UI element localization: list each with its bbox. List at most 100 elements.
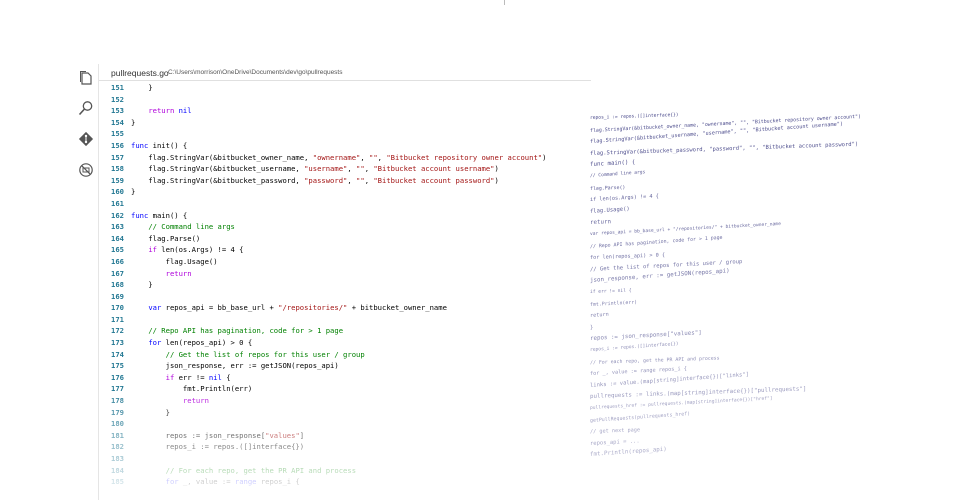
search-icon[interactable] [78,100,94,116]
code-line[interactable]: 174 // Get the list of repos for this us… [111,349,591,361]
code-line[interactable]: 158 flag.StringVar(&bitbucket_username, … [111,163,591,175]
preview-code-line: repos_i := repos.([]interface{}) [590,112,679,121]
code-line[interactable]: 157 flag.StringVar(&bitbucket_owner_name… [111,152,591,164]
code-lines[interactable]: 151 } 152 153 return nil 154} 155 156 func ini… [111,82,591,488]
code-line[interactable]: 151 } [111,82,591,94]
code-line[interactable]: 167 return [111,268,591,280]
source-control-icon[interactable] [78,131,94,147]
line-text: flag.Parse() [131,233,201,243]
line-text: return nil [148,106,192,116]
code-line[interactable]: 154} [111,117,591,129]
line-text: repos_i := repos.([]interface{}) [131,442,305,452]
code-line[interactable]: 153 return nil [111,105,591,117]
line-number: 162 [111,210,124,220]
preview-code-line: func main() { [590,160,636,169]
code-line[interactable]: 160} [111,186,591,198]
line-number: 166 [111,256,124,266]
line-number: 152 [111,94,124,104]
code-line[interactable]: 177 fmt.Println(err) [111,383,591,395]
extensions-icon[interactable] [78,162,94,178]
code-line[interactable]: 161 [111,198,591,210]
line-number: 179 [111,407,124,417]
line-number: 168 [111,280,124,290]
line-number: 155 [111,129,124,139]
tab-filename[interactable]: pullrequests.go [111,68,169,78]
line-number: 181 [111,430,124,440]
code-line[interactable]: 175 json_response, err := getJSON(repos_… [111,360,591,372]
code-line[interactable]: 164 flag.Parse() [111,233,591,245]
code-line[interactable]: 185 for _, value := range repos_i { [111,476,591,488]
preview-code-line: } [590,324,594,331]
preview-code-line: repos := json_response["values"] [590,330,702,343]
code-line[interactable]: 163 // Command line args [111,221,591,233]
code-editor[interactable]: pullrequests.go C:\Users\morrison\OneDri… [98,64,591,500]
code-line[interactable]: 165 if len(os.Args) != 4 { [111,244,591,256]
line-text: } [131,280,153,290]
preview-code-line: flag.Parse() [590,184,626,192]
code-line[interactable]: 155 [111,128,591,140]
top-divider-tick [504,0,505,5]
code-line[interactable]: 176 if err != nil { [111,372,591,384]
line-text: flag.StringVar(&bitbucket_password, "pas… [131,175,499,185]
preview-code-line: fmt.Println(repos_api) [590,447,667,459]
line-number: 167 [111,268,124,278]
line-text: return [165,268,192,278]
line-text: // Get the list of repos for this user /… [165,349,365,359]
tab-file-path: C:\Users\morrison\OneDrive\Documents\dev… [168,69,343,76]
line-number: 157 [111,152,124,162]
code-line[interactable]: 168 } [111,279,591,291]
line-number: 172 [111,326,124,336]
line-text: var repos_api = bb_base_url + "/reposito… [148,303,447,313]
code-line[interactable]: 152 [111,94,591,106]
code-line[interactable]: 156 func init() { [111,140,591,152]
line-text: flag.StringVar(&bitbucket_username, "use… [131,164,499,174]
line-number: 156 [111,140,124,150]
code-line[interactable]: 181 repos := json_response["values"] [111,430,591,442]
line-text: } [131,407,170,417]
preview-code-line: // For each repo, get the PR API and pro… [590,355,720,366]
code-line[interactable]: 172 // Repo API has pagination, code for… [111,325,591,337]
line-number: 160 [111,187,124,197]
line-number: 153 [111,106,124,116]
code-line[interactable]: 171 [111,314,591,326]
code-line[interactable]: 169 [111,291,591,303]
code-line[interactable]: 178 return [111,395,591,407]
preview-code-line: // Command line args [590,170,646,179]
line-number: 180 [111,419,124,429]
line-number: 165 [111,245,124,255]
editor-tab-bar: pullrequests.go C:\Users\morrison\OneDri… [99,64,591,81]
code-line[interactable]: 170 var repos_api = bb_base_url + "/repo… [111,302,591,314]
preview-code-line: for len(repos_api) > 0 { [590,252,665,262]
line-number: 159 [111,175,124,185]
line-number: 151 [111,83,124,92]
code-line[interactable]: 159 flag.StringVar(&bitbucket_password, … [111,175,591,187]
preview-code-line: flag.Usage() [590,206,630,215]
line-text: if err != nil { [165,372,231,382]
line-text: fmt.Println(err) [131,384,253,394]
code-line[interactable]: 180 [111,418,591,430]
code-line[interactable]: 162 func main() { [111,210,591,222]
line-number: 182 [111,442,124,452]
preview-code-line: flag.StringVar(&bitbucket_password, "pas… [590,141,859,157]
line-number: 169 [111,291,124,301]
preview-code-line: var repos_api = bb_base_url + "/reposito… [590,221,781,237]
line-number: 184 [111,465,124,475]
code-line[interactable]: 183 [111,453,591,465]
line-text: repos := json_response["values"] [131,430,305,440]
line-number: 170 [111,303,124,313]
code-line[interactable]: 179 } [111,407,591,419]
perspective-code-preview: repos_i := repos.([]interface{}) flag.Str… [590,110,965,480]
preview-code-line: // get next page [590,427,640,436]
line-number: 171 [111,314,124,324]
code-line[interactable]: 182 repos_i := repos.([]interface{}) [111,441,591,453]
line-text: func main() { [131,210,188,220]
code-line[interactable]: 166 flag.Usage() [111,256,591,268]
line-number: 164 [111,233,124,243]
line-number: 163 [111,222,124,232]
preview-code-line: repos_i := repos.([]interface{}) [590,341,679,353]
code-line[interactable]: 173 for len(repos_api) > 0 { [111,337,591,349]
line-text: // For each repo, get the PR API and pro… [165,465,357,475]
line-number: 161 [111,198,124,208]
code-line[interactable]: 184 // For each repo, get the PR API and… [111,465,591,477]
files-icon[interactable] [78,70,94,86]
